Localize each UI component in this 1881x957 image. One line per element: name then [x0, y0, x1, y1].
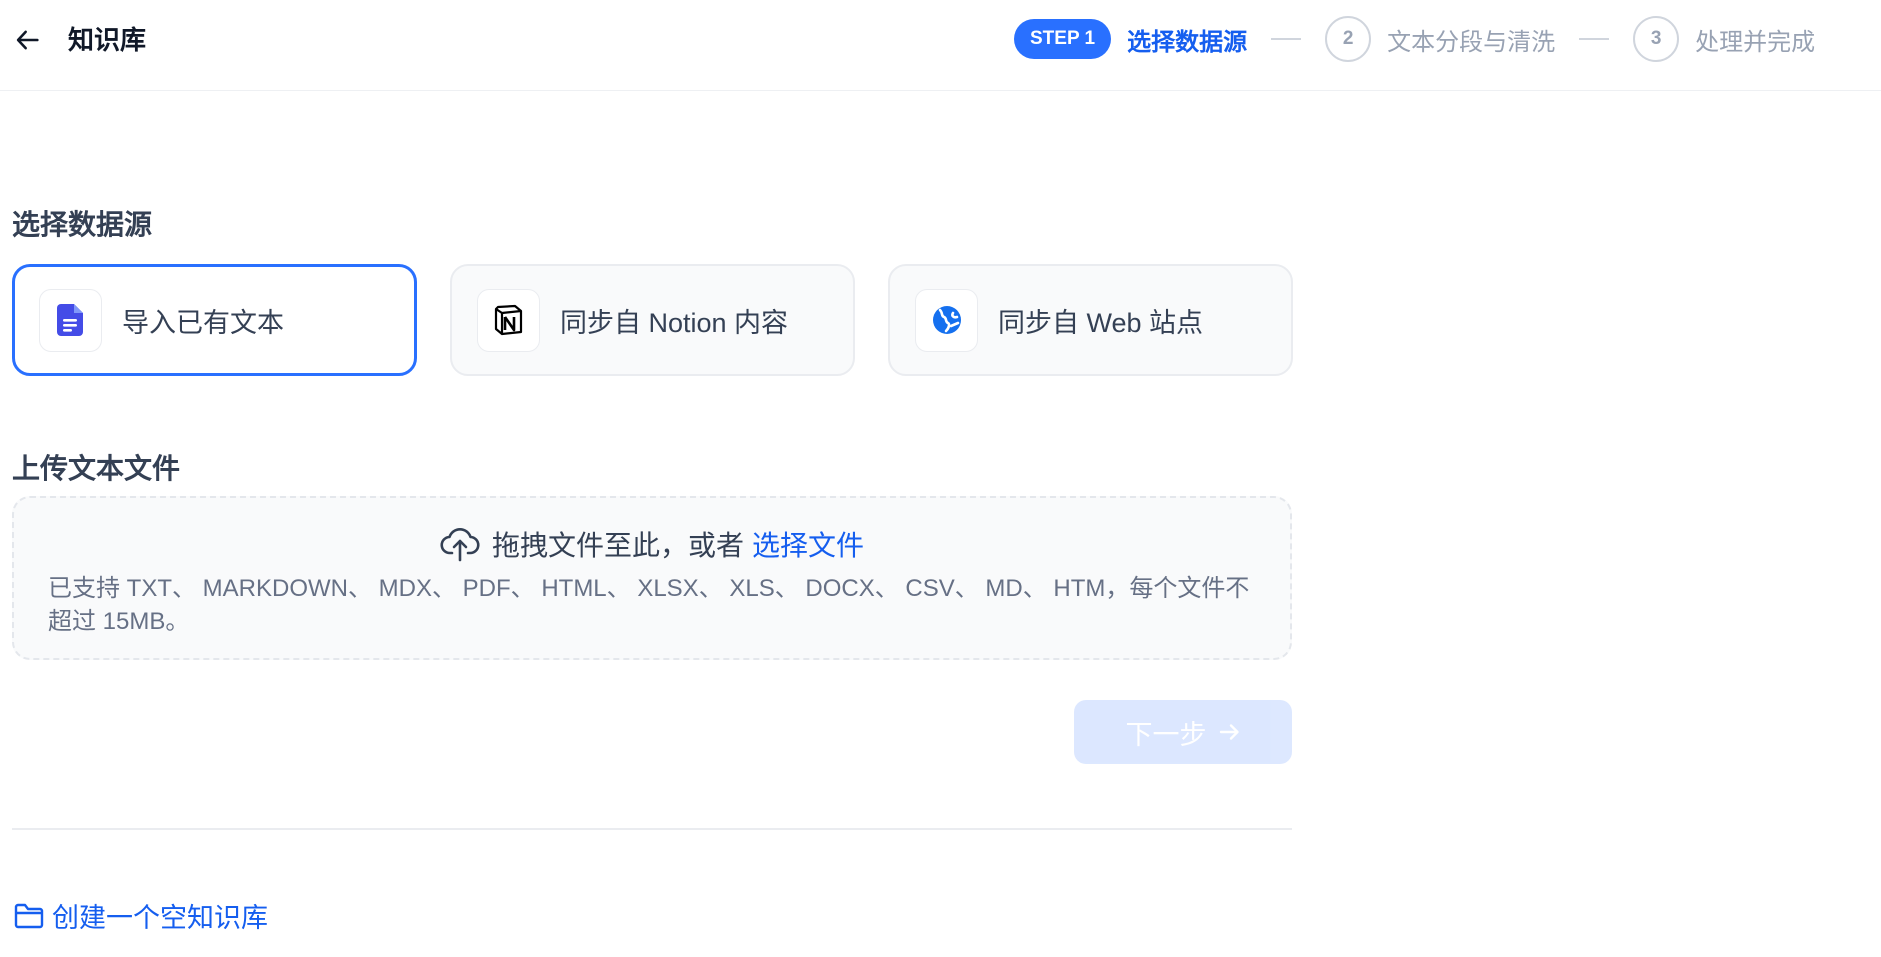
folder-icon: [14, 903, 44, 928]
top-bar: 知识库 STEP 1 选择数据源 2 文本分段与清洗 3 处理并完成: [0, 0, 1881, 91]
upload-title: 上传文本文件: [12, 453, 181, 484]
source-option-import-text[interactable]: 导入已有文本: [12, 264, 417, 376]
arrow-right-icon: [1219, 724, 1239, 740]
upload-prompt: 拖拽文件至此，或者 选择文件: [14, 524, 1290, 564]
next-step-button[interactable]: 下一步: [1074, 700, 1292, 764]
source-label-notion: 同步自 Notion 内容: [560, 307, 789, 338]
back-button[interactable]: [14, 26, 42, 54]
create-empty-label: 创建一个空知识库: [52, 903, 268, 933]
page-title: 知识库: [68, 25, 147, 55]
step-separator: [1579, 38, 1610, 40]
data-source-title: 选择数据源: [12, 209, 153, 240]
source-icon-box: [915, 288, 978, 352]
notion-icon: [494, 304, 522, 336]
source-option-notion[interactable]: 同步自 Notion 内容: [450, 264, 855, 376]
step-2-badge: 2: [1325, 16, 1372, 62]
cloud-upload-icon: [440, 528, 480, 562]
step-1-label: 选择数据源: [1127, 28, 1248, 56]
create-empty-knowledge-base-link[interactable]: 创建一个空知识库: [14, 896, 268, 935]
source-option-web[interactable]: 同步自 Web 站点: [888, 264, 1293, 376]
step-3-label: 处理并完成: [1695, 28, 1816, 56]
step-indicator: STEP 1 选择数据源 2 文本分段与清洗 3 处理并完成: [1014, 16, 1816, 62]
source-label-import-text: 导入已有文本: [122, 307, 284, 338]
step-separator: [1271, 38, 1302, 40]
supported-formats-hint: 已支持 TXT、 MARKDOWN、 MDX、 PDF、 HTML、 XLSX、…: [48, 575, 1250, 635]
source-label-web: 同步自 Web 站点: [998, 307, 1204, 338]
select-file-link[interactable]: 选择文件: [752, 524, 864, 564]
document-icon: [56, 304, 83, 336]
file-drop-zone[interactable]: 拖拽文件至此，或者 选择文件 已支持 TXT、 MARKDOWN、 MDX、 P…: [12, 496, 1292, 660]
step-1-badge: STEP 1: [1014, 19, 1112, 59]
web-globe-icon: [932, 306, 961, 334]
next-step-label: 下一步: [1125, 719, 1207, 750]
source-icon-box: [39, 288, 102, 352]
step-3-badge: 3: [1633, 16, 1680, 62]
arrow-left-icon: [16, 30, 39, 50]
drag-drop-text: 拖拽文件至此，或者: [491, 530, 744, 561]
step-2-label: 文本分段与清洗: [1387, 28, 1556, 56]
source-icon-box: [477, 288, 540, 352]
divider: [12, 828, 1292, 830]
